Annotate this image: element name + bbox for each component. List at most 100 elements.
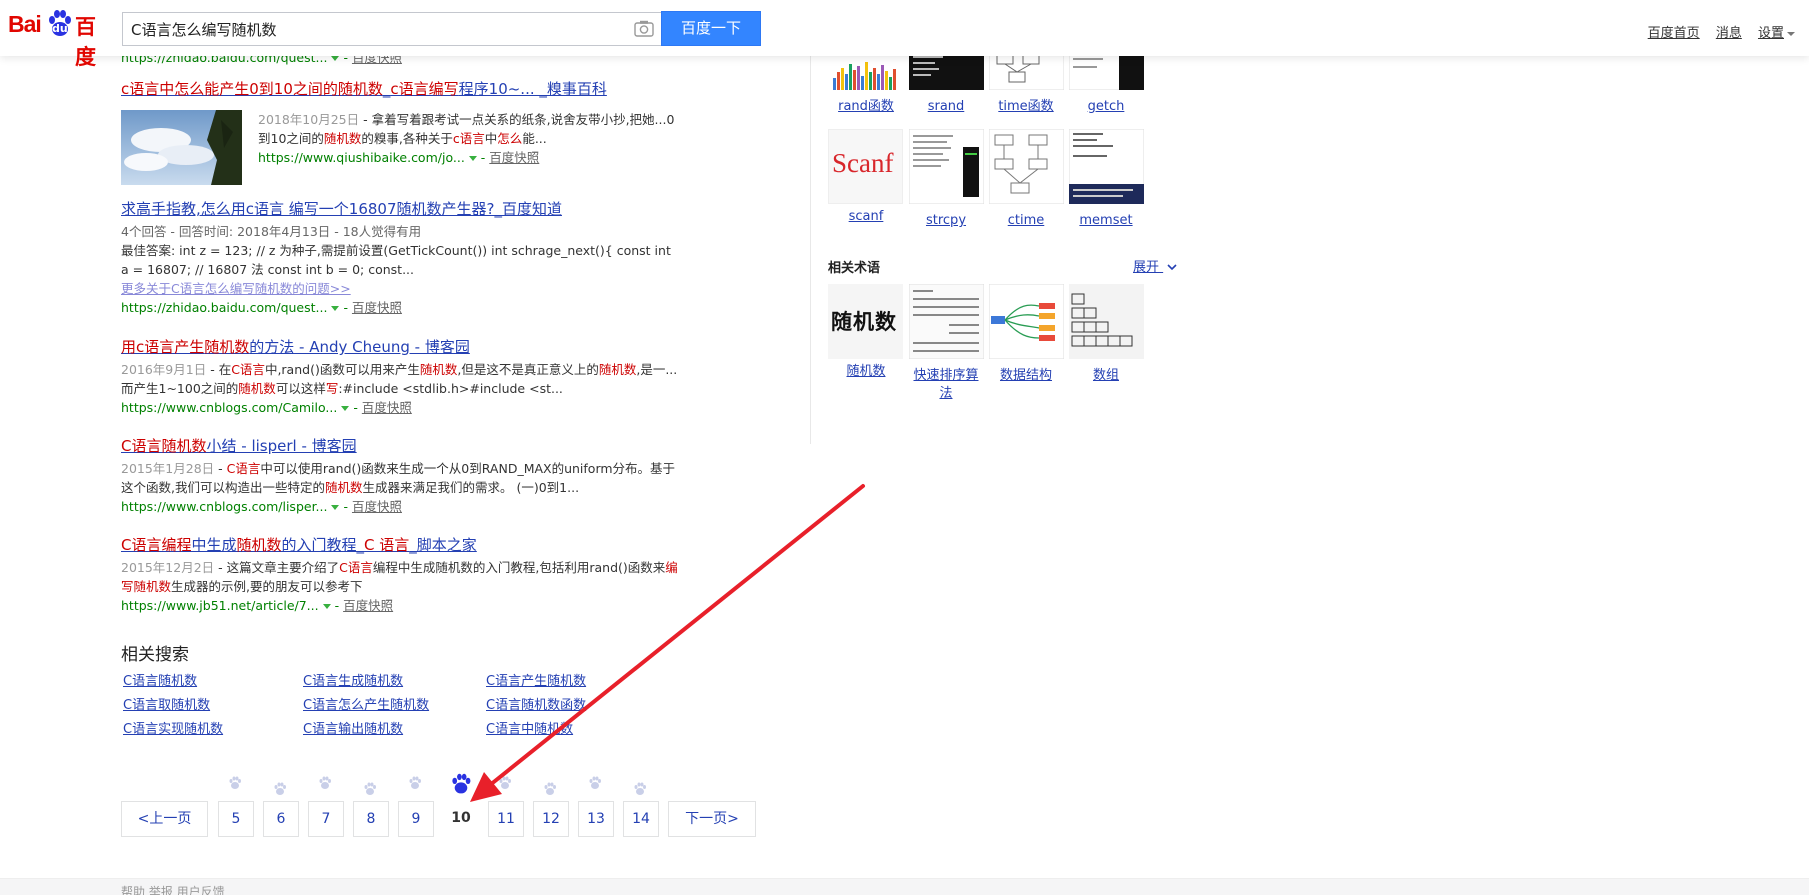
settings-link[interactable]: 设置 — [1758, 26, 1784, 41]
random-number-thumbnail: 随机数 — [828, 284, 903, 359]
result-url[interactable]: https://www.cnblogs.com/Camilo... — [121, 400, 337, 415]
logo-cn-text: 百度 — [75, 16, 96, 69]
camera-icon[interactable] — [634, 20, 654, 37]
rand-chart-thumbnail — [828, 50, 904, 90]
related-term-label[interactable]: 数据结构 — [988, 367, 1064, 385]
page-link[interactable]: 14 — [623, 801, 659, 837]
related-term-label[interactable]: 随机数 — [828, 363, 904, 381]
related-search-link[interactable]: C语言输出随机数 — [303, 718, 403, 737]
related-item-label[interactable]: getch — [1068, 98, 1144, 116]
search-input[interactable] — [123, 13, 613, 45]
result-title[interactable]: C语言编程中生成随机数的入门教程_C 语言_脚本之家 — [121, 534, 681, 555]
related-item-label[interactable]: srand — [908, 98, 984, 116]
related-search-link[interactable]: C语言怎么产生随机数 — [303, 694, 429, 713]
result-meta: 4个回答 - 回答时间: 2018年4月13日 - 18人觉得有用 — [121, 224, 422, 239]
paw-icon — [544, 782, 556, 795]
result-url-line: https://www.qiushibaike.com/jo... - 百度快照 — [258, 150, 540, 165]
related-search-link[interactable]: C语言取随机数 — [123, 694, 210, 713]
footer: 帮助 举报 用户反馈 — [0, 878, 1809, 895]
page-link[interactable]: 6 — [263, 801, 299, 837]
related-item[interactable]: getch — [1068, 49, 1144, 116]
cache-link[interactable]: 百度快照 — [489, 150, 539, 165]
expand-link[interactable]: 展开 — [1133, 256, 1177, 275]
related-item[interactable]: time函数 — [988, 49, 1064, 116]
related-item-label[interactable]: strcpy — [908, 212, 984, 230]
result-thumbnail[interactable] — [121, 110, 242, 185]
result-url[interactable]: https://zhidao.baidu.com/quest... — [121, 300, 327, 315]
page-link[interactable]: 11 — [488, 801, 524, 837]
related-item-label[interactable]: ctime — [988, 212, 1064, 230]
paw-icon — [499, 776, 511, 789]
related-term[interactable]: 数据结构 — [988, 283, 1064, 385]
search-button[interactable]: 百度一下 — [661, 11, 761, 46]
footer-links[interactable]: 帮助 举报 用户反馈 — [121, 883, 225, 895]
messages-link[interactable]: 消息 — [1716, 26, 1742, 41]
related-term[interactable]: 随机数 随机数 — [828, 284, 904, 381]
related-item[interactable]: srand — [908, 50, 984, 116]
more-questions-link[interactable]: 更多关于C语言怎么编写随机数的问题>> — [121, 279, 681, 298]
baidu-logo[interactable]: Bai du 百度 — [8, 8, 113, 69]
prev-page-button[interactable]: <上一页 — [121, 801, 208, 837]
related-search-link[interactable]: C语言随机数 — [123, 670, 197, 689]
dropdown-arrow-icon[interactable] — [322, 604, 331, 609]
related-item[interactable]: memset — [1068, 128, 1144, 230]
related-item[interactable]: ctime — [988, 128, 1064, 230]
next-page-button[interactable]: 下一页> — [668, 801, 756, 837]
right-sidebar: rand函数 srand time函数 getch Scanf scanf st… — [810, 49, 1190, 444]
related-term[interactable]: 数组 — [1068, 284, 1144, 385]
result-abstract: 2015年1月28日 - C语言中可以使用rand()函数来生成一个从0到RAN… — [121, 461, 676, 495]
page-link[interactable]: 5 — [218, 801, 254, 837]
cache-link[interactable]: 百度快照 — [343, 598, 393, 613]
related-item[interactable]: strcpy — [908, 128, 984, 230]
time-diagram-thumbnail — [988, 49, 1064, 91]
related-item-label[interactable]: rand函数 — [828, 98, 904, 116]
result-title[interactable]: C语言随机数小结 - lisperl - 博客园 — [121, 435, 681, 456]
result-url-line: https://www.cnblogs.com/Camilo... - 百度快照 — [121, 400, 412, 415]
result-url[interactable]: https://www.qiushibaike.com/jo... — [258, 150, 465, 165]
result-url[interactable]: https://www.jb51.net/article/7... — [121, 598, 319, 613]
related-term[interactable]: 快速排序算法 — [908, 283, 984, 403]
top-links: 百度首页 消息 设置 — [1636, 22, 1795, 41]
page-link[interactable]: 9 — [398, 801, 434, 837]
search-box — [122, 12, 662, 46]
result-title[interactable]: c语言中怎么能产生0到10之间的随机数_c语言编写程序10~... _糗事百科 — [121, 78, 681, 99]
related-term-label[interactable]: 快速排序算法 — [908, 367, 984, 403]
result-title[interactable]: 用c语言产生随机数的方法 - Andy Cheung - 博客园 — [121, 336, 681, 357]
dropdown-arrow-icon[interactable] — [331, 505, 340, 510]
related-search-link[interactable]: C语言中随机数 — [486, 718, 573, 737]
memset-thumbnail — [1068, 128, 1144, 205]
related-item-label[interactable]: scanf — [828, 208, 904, 226]
related-term-label[interactable]: 数组 — [1068, 367, 1144, 385]
related-searches-title: 相关搜索 — [121, 645, 189, 665]
result-abstract: 2015年12月2日 - 这篇文章主要介绍了C语言编程中生成随机数的入门教程,包… — [121, 560, 678, 594]
related-search-link[interactable]: C语言生成随机数 — [303, 670, 403, 689]
related-search-link[interactable]: C语言随机数函数 — [486, 694, 586, 713]
dropdown-arrow-icon[interactable] — [468, 156, 477, 161]
srand-console-thumbnail — [908, 50, 984, 90]
dropdown-arrow-icon[interactable] — [341, 406, 350, 411]
baidu-home-link[interactable]: 百度首页 — [1648, 26, 1700, 41]
result-abstract: 2018年10月25日 - 拿着写着跟考试一点关系的纸条,说舍友带小抄,把她..… — [258, 112, 675, 146]
array-thumbnail — [1068, 284, 1144, 359]
related-item[interactable]: Scanf scanf — [828, 129, 904, 226]
related-search-link[interactable]: C语言实现随机数 — [123, 718, 223, 737]
page-link[interactable]: 12 — [533, 801, 569, 837]
dropdown-arrow-icon[interactable] — [331, 56, 340, 61]
result-url[interactable]: https://www.cnblogs.com/lisper... — [121, 499, 327, 514]
paw-icon — [319, 776, 331, 789]
cache-link[interactable]: 百度快照 — [362, 400, 412, 415]
ctime-diagram-thumbnail — [988, 128, 1064, 205]
search-result: C语言编程中生成随机数的入门教程_C 语言_脚本之家 2015年12月2日 - … — [121, 534, 681, 615]
cache-link[interactable]: 百度快照 — [352, 300, 402, 315]
dropdown-arrow-icon[interactable] — [331, 306, 340, 311]
result-title[interactable]: 求高手指教,怎么用c语言 编写一个16807随机数产生器?_百度知道 — [121, 198, 681, 219]
cache-link[interactable]: 百度快照 — [352, 499, 402, 514]
related-item-label[interactable]: memset — [1068, 212, 1144, 230]
related-item-label[interactable]: time函数 — [988, 98, 1064, 116]
result-abstract: 2016年9月1日 - 在C语言中,rand()函数可以用来产生随机数,但是这不… — [121, 362, 678, 396]
related-item[interactable]: rand函数 — [828, 50, 904, 116]
page-link[interactable]: 13 — [578, 801, 614, 837]
page-link[interactable]: 8 — [353, 801, 389, 837]
related-search-link[interactable]: C语言产生随机数 — [486, 670, 586, 689]
page-link[interactable]: 7 — [308, 801, 344, 837]
